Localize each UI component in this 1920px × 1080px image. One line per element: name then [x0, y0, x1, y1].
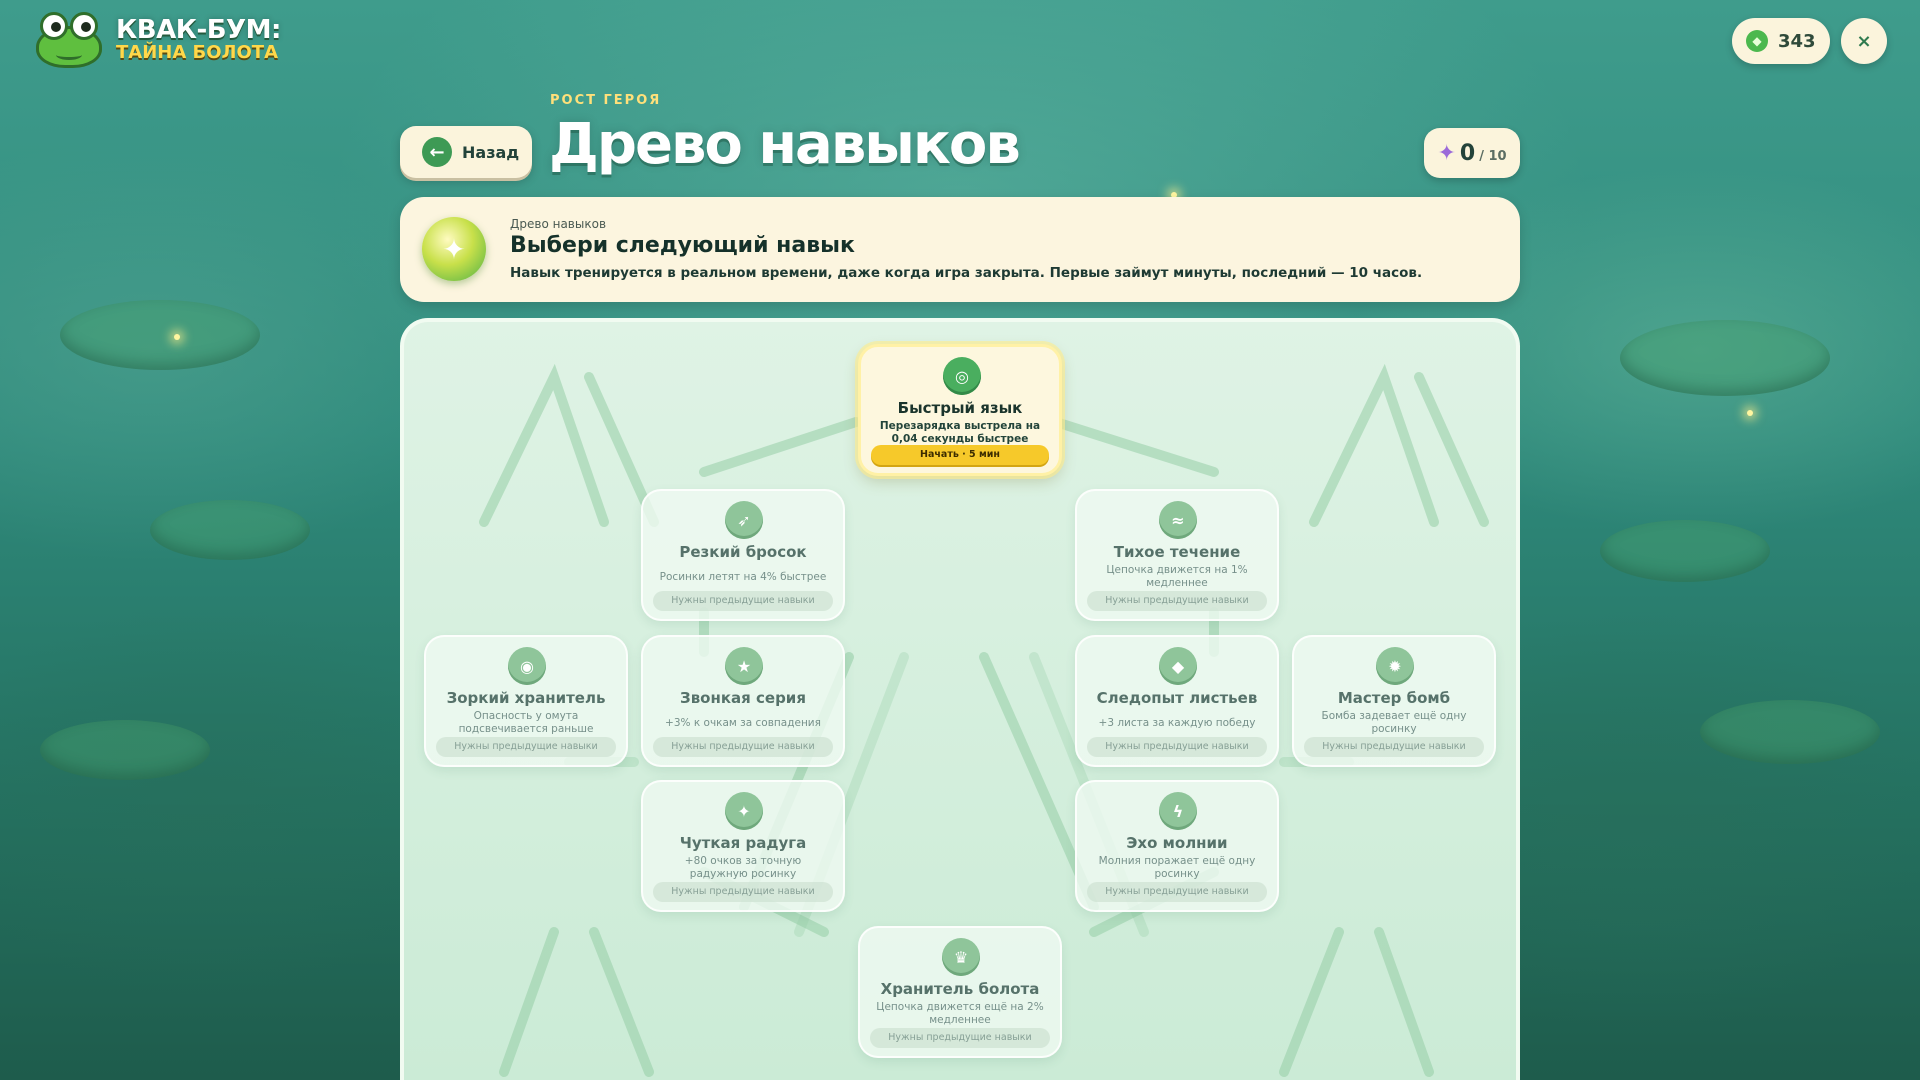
skill-status: Нужны предыдущие навыки	[870, 1028, 1050, 1048]
skill-description: +3 листа за каждую победу	[1098, 716, 1256, 729]
skill-name: Мастер бомб	[1337, 689, 1451, 707]
skill-node-4[interactable]: ◉ Зоркий хранитель Опасность у омута под…	[424, 635, 628, 767]
skill-name: Хранитель болота	[880, 980, 1040, 998]
leaf-icon: ◆	[1159, 647, 1197, 685]
star-icon: ★	[725, 647, 763, 685]
skill-points-counter: ✦ 0 / 10	[1424, 128, 1520, 178]
target-icon: ◎	[943, 357, 981, 395]
logo-subtitle: ТАЙНА БОЛОТА	[116, 42, 279, 64]
lily-pad	[60, 300, 260, 370]
skill-status: Нужны предыдущие навыки	[653, 737, 833, 757]
skill-description: +3% к очкам за совпадения	[665, 716, 821, 729]
skill-points-value: 0	[1459, 140, 1476, 166]
skill-description: Опасность у омута подсвечивается раньше	[458, 710, 594, 735]
skill-node-6[interactable]: ◆ Следопыт листьев +3 листа за каждую по…	[1075, 635, 1279, 767]
back-button-label: Назад	[462, 142, 520, 162]
banner-caption: Древо навыков	[510, 217, 607, 231]
sparkle-orb-icon: ✦	[422, 217, 486, 281]
eye-icon: ◉	[508, 647, 546, 685]
arrow-icon: ➶	[725, 501, 763, 539]
skill-name: Быстрый язык	[897, 399, 1023, 417]
skill-status: Нужны предыдущие навыки	[653, 882, 833, 902]
game-logo: КВАК-БУМ: ТАЙНА БОЛОТА	[34, 12, 281, 68]
lightning-icon: ϟ	[1159, 792, 1197, 830]
info-banner: ✦ Древо навыков Выбери следующий навык Н…	[400, 197, 1520, 302]
lily-pad	[1600, 520, 1770, 582]
currency-value: 343	[1778, 30, 1816, 52]
skill-name: Эхо молнии	[1126, 834, 1228, 852]
skill-name: Чуткая радуга	[679, 834, 807, 852]
skill-description: Цепочка движется ещё на 2% медленнее	[876, 1001, 1044, 1026]
skill-name: Тихое течение	[1113, 543, 1241, 561]
arrow-left-icon: ←	[422, 137, 452, 167]
skill-status: Нужны предыдущие навыки	[1087, 737, 1267, 757]
skill-description: Росинки летят на 4% быстрее	[659, 570, 827, 583]
leaf-coin-icon: ◆	[1746, 30, 1768, 52]
skill-name: Следопыт листьев	[1096, 689, 1258, 707]
skill-points-max: / 10	[1479, 148, 1507, 164]
skill-status: Нужны предыдущие навыки	[1087, 591, 1267, 611]
back-button[interactable]: ← Назад	[400, 126, 532, 178]
skill-name: Резкий бросок	[679, 543, 807, 561]
skill-node-2[interactable]: ➶ Резкий бросок Росинки летят на 4% быст…	[641, 489, 845, 621]
firefly	[1747, 410, 1753, 416]
skill-node-3[interactable]: ≈ Тихое течение Цепочка движется на 1% м…	[1075, 489, 1279, 621]
banner-title: Выбери следующий навык	[510, 233, 855, 258]
banner-description: Навык тренируется в реальном времени, да…	[510, 265, 1423, 281]
skill-node-5[interactable]: ★ Звонкая серия +3% к очкам за совпадени…	[641, 635, 845, 767]
bomb-icon: ✹	[1376, 647, 1414, 685]
skill-description: +80 очков за точную радужную росинку	[684, 855, 802, 880]
skill-node-1[interactable]: ◎ Быстрый язык Перезарядка выстрела на 0…	[858, 344, 1062, 476]
skill-description: Цепочка движется на 1% медленнее	[1106, 564, 1248, 589]
crown-icon: ♛	[942, 938, 980, 976]
lily-pad	[40, 720, 210, 780]
frog-icon	[34, 12, 104, 68]
skill-description: Перезарядка выстрела на 0,04 секунды быс…	[879, 420, 1041, 445]
skill-description: Молния поражает ещё одну росинку	[1098, 855, 1256, 880]
firefly	[174, 334, 180, 340]
close-button[interactable]: ×	[1841, 18, 1887, 64]
skill-name: Звонкая серия	[680, 689, 806, 707]
skill-name: Зоркий хранитель	[446, 689, 606, 707]
lily-pad	[1700, 700, 1880, 764]
sparkle-icon: ✦	[1437, 140, 1456, 166]
currency-counter: ◆ 343	[1732, 18, 1830, 64]
skill-status: Нужны предыдущие навыки	[653, 591, 833, 611]
skill-node-7[interactable]: ✹ Мастер бомб Бомба задевает ещё одну ро…	[1292, 635, 1496, 767]
lily-pad	[150, 500, 310, 560]
wave-icon: ≈	[1159, 501, 1197, 539]
skill-status: Нужны предыдущие навыки	[1304, 737, 1484, 757]
skill-status: Нужны предыдущие навыки	[436, 737, 616, 757]
skill-tree-panel: ◎ Быстрый язык Перезарядка выстрела на 0…	[400, 318, 1520, 1080]
sparkle-icon: ✦	[725, 792, 763, 830]
skill-node-8[interactable]: ✦ Чуткая радуга +80 очков за точную раду…	[641, 780, 845, 912]
skill-status: Нужны предыдущие навыки	[1087, 882, 1267, 902]
logo-title: КВАК-БУМ:	[116, 14, 281, 45]
skill-description: Бомба задевает ещё одну росинку	[1321, 710, 1467, 735]
page-title: Древо навыков	[549, 112, 1021, 177]
skill-node-10[interactable]: ♛ Хранитель болота Цепочка движется ещё …	[858, 926, 1062, 1058]
start-skill-button[interactable]: Начать · 5 мин	[871, 445, 1049, 465]
lily-pad	[1620, 320, 1830, 396]
section-kicker: РОСТ ГЕРОЯ	[550, 93, 662, 108]
skill-node-9[interactable]: ϟ Эхо молнии Молния поражает ещё одну ро…	[1075, 780, 1279, 912]
